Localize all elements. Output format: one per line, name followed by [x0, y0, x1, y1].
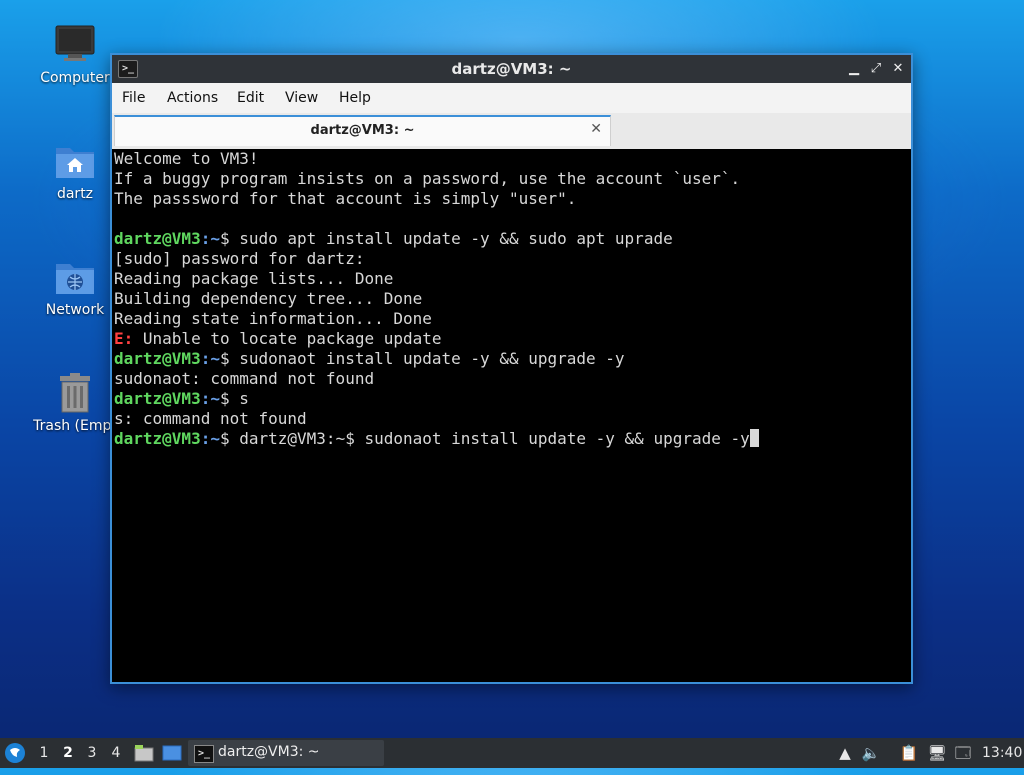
tab-label: dartz@VM3: ~	[310, 123, 415, 138]
menu-file[interactable]: File	[122, 90, 145, 106]
command-text: sudo apt install update -y && sudo apt u…	[239, 229, 673, 248]
prompt-symbol: $	[219, 429, 240, 448]
computer-monitor-icon	[54, 24, 96, 66]
window-titlebar[interactable]: >_ dartz@VM3: ~ ▁ ⤢ ✕	[112, 55, 911, 83]
desktop-icon-label: dartz	[56, 186, 94, 202]
console-line: sudonaot: command not found	[114, 369, 375, 388]
command-text: sudonaot install update -y && upgrade -y	[239, 349, 625, 368]
console-line: Reading state information... Done	[114, 309, 432, 328]
taskbar-window-terminal[interactable]: >_ dartz@VM3: ~	[188, 740, 384, 766]
console-prompt-line: dartz@VM3:~$ sudonaot install update -y …	[114, 349, 911, 369]
tray-up-arrow-icon[interactable]: ▲	[834, 738, 856, 768]
tab-terminal[interactable]: dartz@VM3: ~ ✕	[114, 115, 611, 146]
menu-help[interactable]: Help	[339, 90, 371, 106]
console-prompt-line: dartz@VM3:~$ sudo apt install update -y …	[114, 229, 911, 249]
file-manager-launcher-icon[interactable]	[134, 738, 156, 768]
console-line: s: command not found	[114, 409, 307, 428]
tab-close-icon[interactable]: ✕	[590, 121, 602, 137]
taskbar: 1 2 3 4 >_ dartz@VM3: ~ ▲ 🔈 📋 🖥 🗔 13:40	[0, 738, 1024, 768]
show-desktop-icon[interactable]	[162, 738, 184, 768]
console-prompt-line: dartz@VM3:~$ s	[114, 389, 911, 409]
prompt-path: :~	[200, 349, 220, 368]
console-line: The passsword for that account is simply…	[114, 189, 577, 208]
clock[interactable]: 13:40	[982, 738, 1022, 768]
prompt-user: dartz@VM3	[114, 349, 201, 368]
minimize-icon[interactable]: ▁	[845, 60, 863, 78]
terminal-window[interactable]: >_ dartz@VM3: ~ ▁ ⤢ ✕ File Actions Edit …	[110, 53, 913, 684]
prompt-path: :~	[200, 389, 220, 408]
console-line: Building dependency tree... Done	[114, 289, 423, 308]
task-label: dartz@VM3: ~	[218, 744, 320, 760]
desktop-icon-trash[interactable]: Trash (Empt	[27, 372, 123, 434]
terminal-console[interactable]: Welcome to VM3! If a buggy program insis…	[112, 149, 911, 682]
desktop-icon-home[interactable]: dartz	[27, 140, 123, 202]
workspace-4[interactable]: 4	[106, 738, 126, 768]
trash-icon	[54, 372, 96, 414]
close-icon[interactable]: ✕	[889, 60, 907, 78]
menu-edit[interactable]: Edit	[237, 90, 264, 106]
start-menu-icon[interactable]	[4, 738, 28, 768]
console-line: Reading package lists... Done	[114, 269, 394, 288]
console-line: Welcome to VM3!	[114, 149, 259, 168]
prompt-user: dartz@VM3	[114, 429, 201, 448]
home-folder-icon	[54, 140, 96, 182]
desktop-icon-network[interactable]: Network	[27, 256, 123, 318]
tab-strip: dartz@VM3: ~ ✕	[112, 113, 911, 150]
network-folder-icon	[54, 256, 96, 298]
menu-actions[interactable]: Actions	[167, 90, 218, 106]
console-line: [sudo] password for dartz:	[114, 249, 365, 268]
prompt-symbol: $	[219, 229, 240, 248]
desktop-icon-label: Network	[45, 302, 105, 318]
console-prompt-line-current: dartz@VM3:~$ dartz@VM3:~$ sudonaot insta…	[114, 429, 911, 449]
prompt-symbol: $	[219, 349, 240, 368]
update-notifier-icon[interactable]: 🗔	[952, 738, 974, 768]
menu-view[interactable]: View	[285, 90, 318, 106]
volume-icon[interactable]: 🔈	[860, 738, 882, 768]
error-text: Unable to locate package update	[133, 329, 442, 348]
error-label: E:	[114, 329, 134, 348]
text-cursor	[749, 429, 759, 447]
menu-bar: File Actions Edit View Help	[112, 83, 911, 113]
prompt-symbol: $	[219, 389, 240, 408]
desktop-icon-label: Trash (Empt	[33, 418, 117, 434]
prompt-user: dartz@VM3	[114, 389, 201, 408]
command-text: s	[239, 389, 249, 408]
desktop-icon-computer[interactable]: Computer	[27, 24, 123, 86]
prompt-user: dartz@VM3	[114, 229, 201, 248]
window-title: dartz@VM3: ~	[451, 60, 572, 78]
prompt-path: :~	[200, 429, 220, 448]
network-status-icon[interactable]: 🖥	[926, 738, 948, 768]
maximize-icon[interactable]: ⤢	[867, 60, 885, 78]
desktop-icon-label: Computer	[40, 70, 110, 86]
workspace-3[interactable]: 3	[82, 738, 102, 768]
clipboard-icon[interactable]: 📋	[898, 738, 920, 768]
prompt-path: :~	[200, 229, 220, 248]
console-error-line: E: Unable to locate package update	[114, 329, 911, 349]
terminal-app-icon: >_	[194, 745, 214, 763]
workspace-2[interactable]: 2	[58, 738, 78, 768]
command-input-text[interactable]: dartz@VM3:~$ sudonaot install update -y …	[239, 429, 750, 448]
console-line: If a buggy program insists on a password…	[114, 169, 741, 188]
workspace-1[interactable]: 1	[34, 738, 54, 768]
